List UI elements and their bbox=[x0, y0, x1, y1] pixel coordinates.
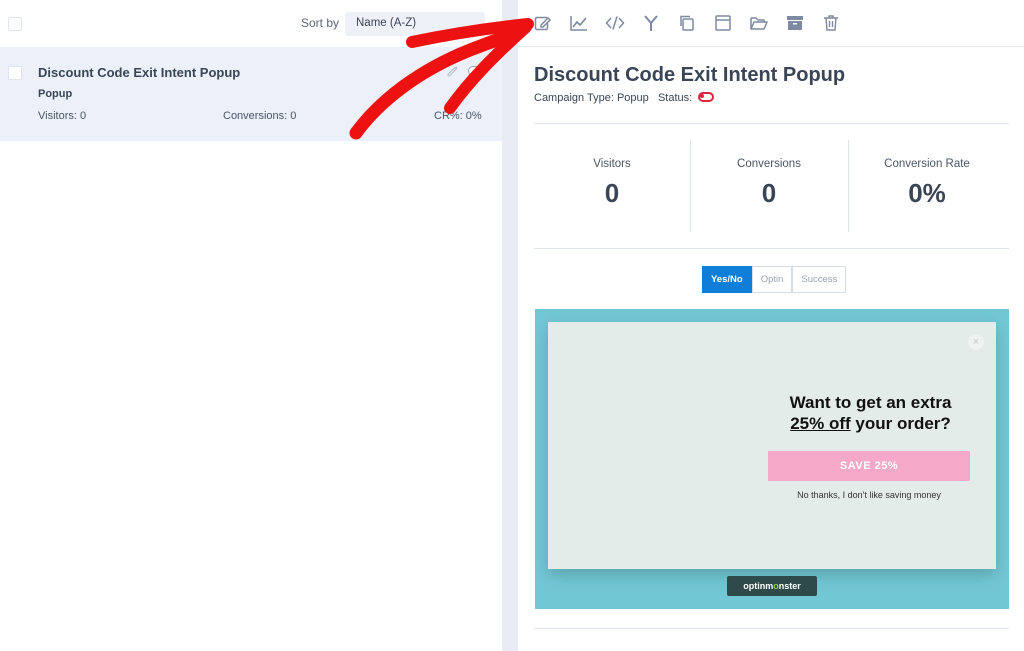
divider-line bbox=[534, 628, 1009, 629]
row-visitors: Visitors: 0 bbox=[38, 110, 86, 122]
split-test-icon[interactable] bbox=[641, 13, 661, 33]
row-cr: CR%: 0% bbox=[434, 110, 482, 122]
stat-visitors-value: 0 bbox=[604, 178, 620, 208]
stat-conversions: Conversions 0 bbox=[690, 140, 848, 232]
optinmonster-logo: optinmonster bbox=[727, 576, 817, 596]
sort-label: Sort by bbox=[301, 16, 340, 30]
campaign-title: Discount Code Exit Intent Popup bbox=[534, 64, 846, 86]
campaign-row-checkbox[interactable] bbox=[8, 66, 22, 80]
decline-link[interactable]: No thanks, I don't like saving money bbox=[768, 490, 970, 500]
row-cr-value: 0% bbox=[465, 110, 482, 122]
popup-preview: × Want to get an extra 25% off your orde… bbox=[548, 322, 996, 569]
sort-select[interactable]: Name (A-Z) bbox=[345, 12, 485, 36]
detail-toolbar bbox=[518, 0, 1024, 47]
campaign-meta: Campaign Type: Popup Status: bbox=[534, 92, 715, 104]
popup-heading-offer: 25% off bbox=[790, 414, 851, 433]
brand-suffix: nster bbox=[778, 581, 801, 591]
list-header: Sort by Name (A-Z) bbox=[0, 0, 502, 46]
brand-prefix: optinm bbox=[743, 581, 774, 591]
row-visitors-value: 0 bbox=[79, 110, 87, 122]
save-25-button[interactable]: SAVE 25% bbox=[768, 451, 970, 481]
campaign-detail-panel: Discount Code Exit Intent Popup Campaign… bbox=[518, 0, 1024, 651]
stat-conversion-rate: Conversion Rate 0% bbox=[848, 140, 1006, 232]
edit-icon[interactable] bbox=[533, 13, 553, 33]
campaign-preview: × Want to get an extra 25% off your orde… bbox=[535, 309, 1009, 609]
divider-line bbox=[534, 248, 1009, 249]
stat-visitors-label: Visitors bbox=[593, 158, 631, 170]
campaign-row[interactable]: Discount Code Exit Intent Popup Popup Vi… bbox=[0, 47, 502, 141]
campaign-type-label: Campaign Type: bbox=[534, 92, 614, 104]
embed-code-icon[interactable] bbox=[605, 13, 625, 33]
stat-conversions-label: Conversions bbox=[737, 158, 801, 170]
stat-conversion-rate-value: 0% bbox=[908, 178, 946, 208]
tab-yes-no[interactable]: Yes/No bbox=[702, 266, 752, 293]
campaign-row-title[interactable]: Discount Code Exit Intent Popup bbox=[38, 65, 240, 80]
row-edit-icon[interactable] bbox=[446, 64, 460, 78]
status-toggle[interactable] bbox=[698, 92, 715, 103]
row-conversions-value: 0 bbox=[290, 110, 297, 122]
archive-icon[interactable] bbox=[785, 13, 805, 33]
analytics-icon[interactable] bbox=[569, 13, 589, 33]
stat-conversions-value: 0 bbox=[761, 178, 777, 208]
row-status-toggle[interactable] bbox=[468, 66, 486, 76]
popup-heading-line1: Want to get an extra bbox=[789, 393, 952, 412]
row-visitors-label: Visitors: bbox=[38, 110, 77, 122]
popup-heading-rest: your order? bbox=[850, 414, 951, 433]
campaign-row-type: Popup bbox=[38, 88, 73, 100]
panel-divider bbox=[502, 0, 518, 651]
status-label: Status: bbox=[657, 92, 693, 104]
stat-conversion-rate-label: Conversion Rate bbox=[884, 158, 970, 170]
template-icon[interactable] bbox=[713, 13, 733, 33]
preview-tabs: Yes/No Optin Success bbox=[702, 266, 847, 293]
row-conversions-label: Conversions: bbox=[223, 110, 288, 122]
campaign-type-value: Popup bbox=[616, 92, 649, 104]
tab-success[interactable]: Success bbox=[792, 266, 847, 293]
row-conversions: Conversions: 0 bbox=[223, 110, 296, 122]
trash-icon[interactable] bbox=[821, 13, 841, 33]
campaign-list-panel: Sort by Name (A-Z) Discount Code Exit In… bbox=[0, 0, 502, 651]
folder-icon[interactable] bbox=[749, 13, 769, 33]
tab-optin[interactable]: Optin bbox=[751, 266, 793, 293]
divider-line bbox=[534, 123, 1009, 124]
duplicate-icon[interactable] bbox=[677, 13, 697, 33]
popup-heading: Want to get an extra 25% off your order? bbox=[768, 392, 973, 434]
stat-visitors: Visitors 0 bbox=[533, 140, 691, 232]
popup-close-icon[interactable]: × bbox=[968, 334, 984, 350]
select-all-checkbox[interactable] bbox=[8, 17, 22, 31]
row-cr-label: CR%: bbox=[434, 110, 463, 122]
